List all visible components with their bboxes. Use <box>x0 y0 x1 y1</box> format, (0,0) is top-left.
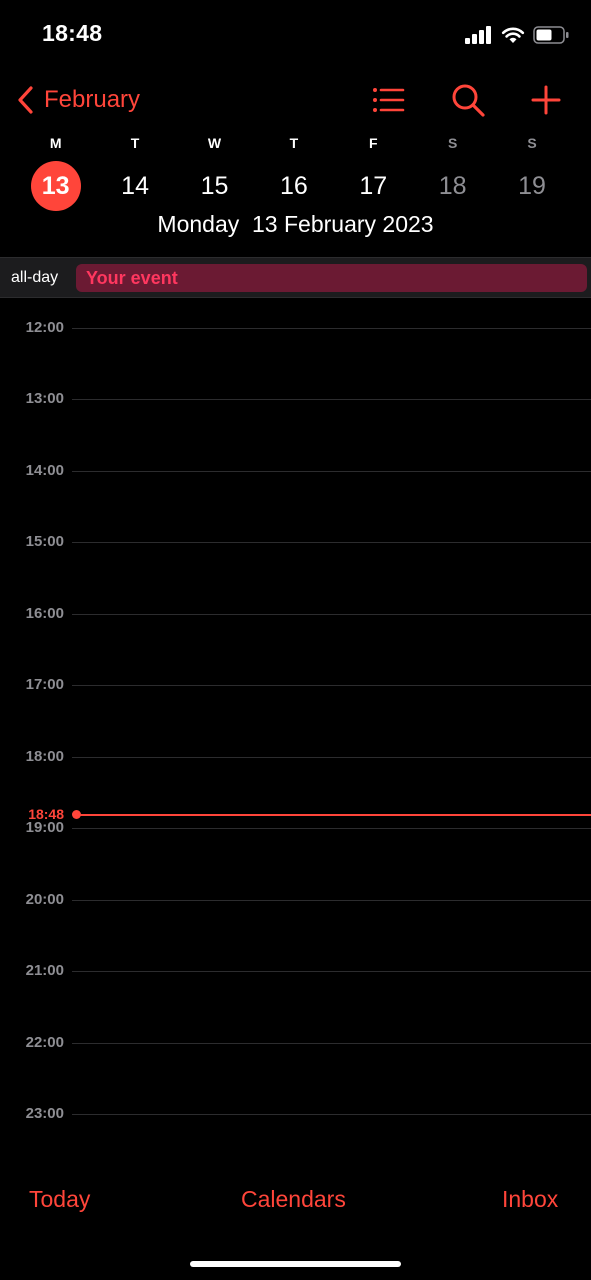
hour-label: 14:00 <box>25 462 64 479</box>
weekday-label: F <box>368 135 378 151</box>
current-time-label: 18:48 <box>28 806 64 822</box>
hour-divider <box>72 1043 591 1044</box>
date-number: 13 <box>30 161 81 211</box>
hour-row: 19:00 <box>0 819 591 839</box>
date-number: 17 <box>359 171 388 200</box>
hour-divider <box>72 471 591 472</box>
date-cell[interactable]: 14 <box>95 160 174 212</box>
hour-row: 14:00 <box>0 462 591 482</box>
battery-icon <box>533 26 569 44</box>
hour-row: 15:00 <box>0 533 591 553</box>
hour-divider <box>72 328 591 329</box>
hour-divider <box>72 399 591 400</box>
date-cell[interactable]: 17 <box>334 160 413 212</box>
weekday-label: T <box>289 135 299 151</box>
home-indicator[interactable] <box>190 1261 401 1267</box>
status-icons <box>465 24 569 46</box>
hour-label: 13:00 <box>25 390 64 407</box>
all-day-event[interactable]: Your event <box>76 264 587 292</box>
date-cell[interactable]: 19 <box>492 160 571 212</box>
hour-row: 21:00 <box>0 962 591 982</box>
weekday-label: M <box>49 135 62 151</box>
week-dates: 13 14 15 16 17 18 19 <box>16 160 572 212</box>
hour-divider <box>72 685 591 686</box>
current-time-line <box>78 814 591 816</box>
date-cell[interactable]: 15 <box>175 160 254 212</box>
hour-label: 22:00 <box>25 1034 64 1051</box>
date-number: 16 <box>279 171 308 200</box>
date-number: 19 <box>518 171 546 200</box>
search-icon[interactable] <box>450 82 486 118</box>
hour-divider <box>72 971 591 972</box>
hour-divider <box>72 542 591 543</box>
back-to-month-button[interactable]: February <box>16 84 140 116</box>
hour-label: 15:00 <box>25 533 64 550</box>
date-number: 15 <box>200 171 229 200</box>
calendars-button[interactable]: Calendars <box>241 1186 346 1213</box>
hour-row: 17:00 <box>0 676 591 696</box>
hour-row: 20:00 <box>0 891 591 911</box>
date-number: 14 <box>121 171 149 200</box>
hour-label: 12:00 <box>25 319 64 336</box>
hour-row: 18:00 <box>0 748 591 768</box>
hour-label: 17:00 <box>25 676 64 693</box>
hour-divider <box>72 900 591 901</box>
hour-label: 21:00 <box>25 962 64 979</box>
hour-divider <box>72 828 591 829</box>
today-button[interactable]: Today <box>29 1186 90 1213</box>
current-time-dot <box>72 810 81 819</box>
hour-label: 23:00 <box>25 1105 64 1122</box>
hour-label: 16:00 <box>25 605 64 622</box>
date-number: 18 <box>438 171 467 200</box>
hour-divider <box>72 757 591 758</box>
event-title: Your event <box>86 268 178 288</box>
all-day-label: all-day <box>11 269 59 286</box>
hour-label: 20:00 <box>25 891 64 908</box>
selected-date-title: Monday 13 February 2023 <box>157 211 434 237</box>
calendar-day-view: 18:48 February M T W T F S S 13 14 15 16… <box>0 0 591 1280</box>
hour-row: 22:00 <box>0 1034 591 1054</box>
wifi-icon <box>501 27 525 43</box>
hour-row: 12:00 <box>0 319 591 339</box>
hour-divider <box>72 1114 591 1115</box>
date-cell-selected[interactable]: 13 <box>16 160 95 212</box>
weekday-label: S <box>447 135 458 151</box>
hour-row: 16:00 <box>0 605 591 625</box>
hour-row: 23:00 <box>0 1105 591 1125</box>
weekday-header: M T W T F S S <box>16 135 572 151</box>
all-day-row: all-day Your event <box>0 257 591 298</box>
hour-divider <box>72 614 591 615</box>
weekday-label: S <box>527 135 537 151</box>
chevron-left-icon <box>18 86 33 114</box>
date-cell[interactable]: 18 <box>413 160 492 212</box>
plus-icon[interactable] <box>528 82 564 118</box>
back-button-label: February <box>44 86 141 113</box>
list-icon[interactable] <box>370 82 406 118</box>
hour-label: 19:00 <box>25 819 64 836</box>
weekday-label: T <box>130 135 140 151</box>
status-bar-time: 18:48 <box>42 20 103 46</box>
inbox-button[interactable]: Inbox <box>502 1186 558 1213</box>
date-cell[interactable]: 16 <box>254 160 333 212</box>
hour-label: 18:00 <box>25 748 64 765</box>
cellular-signal-icon <box>465 26 491 44</box>
current-time-indicator: 18:48 <box>0 804 591 824</box>
weekday-label: W <box>207 135 222 151</box>
hour-row: 13:00 <box>0 390 591 410</box>
